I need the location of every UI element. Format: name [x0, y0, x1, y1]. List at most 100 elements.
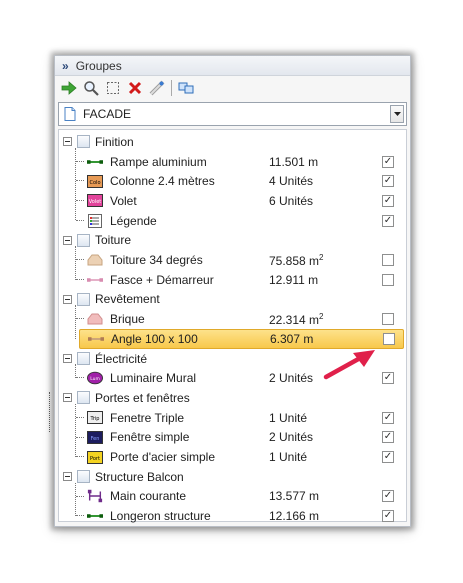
measure-tool-icon[interactable] [148, 79, 166, 97]
document-icon [64, 107, 76, 121]
tree-item-row[interactable]: Toiture 34 degrés 75.858 m2 [59, 250, 406, 270]
collapse-expander-icon[interactable] [63, 235, 72, 245]
tree-item-row[interactable]: Colo Colonne 2.4 mètres 4 Unités [59, 171, 406, 191]
group-label: Finition [95, 134, 134, 149]
collapse-expander-icon[interactable] [63, 137, 72, 147]
colonne-icon: Colo [87, 174, 103, 188]
green-line-icon [87, 509, 103, 523]
item-label: Colonne 2.4 mètres [110, 174, 215, 189]
svg-text:Port: Port [90, 456, 100, 462]
tree-connector [76, 515, 84, 517]
visibility-checkbox[interactable] [382, 451, 394, 464]
group-label: Portes et fenêtres [95, 390, 190, 405]
tree-connector [76, 318, 84, 320]
item-value: 12.166 m [269, 509, 320, 524]
visibility-checkbox[interactable] [383, 332, 395, 345]
tree-group-row[interactable]: Finition [59, 132, 406, 152]
tree-connector [76, 219, 84, 221]
delete-x-icon[interactable] [126, 79, 144, 97]
tree-connector [76, 495, 84, 497]
panel-titlebar: » Groupes [55, 56, 410, 76]
visibility-checkbox[interactable] [382, 214, 394, 227]
toolbar-separator [171, 80, 172, 96]
dropdown-arrow-icon[interactable] [390, 105, 404, 123]
groups-tree: Finition Rampe aluminium 11.501 m Colo Colon… [58, 129, 407, 523]
tree-connector [76, 436, 84, 438]
visibility-checkbox[interactable] [382, 194, 394, 207]
porte-icon: Port [87, 450, 103, 464]
roof-area-icon [87, 253, 103, 267]
collapse-expander-icon[interactable] [63, 393, 72, 403]
visibility-checkbox[interactable] [382, 411, 394, 424]
pink-line-icon [87, 273, 103, 287]
groups-panel: » Groupes FACADE Finition Rampe aluminium… [54, 55, 411, 527]
item-value: 75.858 m2 [269, 252, 324, 268]
tree-connector [76, 456, 84, 458]
item-value: 2 Unités [269, 371, 314, 386]
collapse-expander-icon[interactable] [63, 294, 72, 304]
item-label: Luminaire Mural [110, 371, 197, 386]
tree-item-row[interactable]: Brique 22.314 m2 [59, 309, 406, 329]
group-checkbox[interactable] [77, 292, 90, 306]
item-value: 6.307 m [270, 331, 314, 346]
svg-text:Lum: Lum [90, 376, 100, 382]
item-value: 4 Unités [269, 174, 314, 189]
visibility-checkbox[interactable] [382, 372, 394, 385]
group-label: Structure Balcon [95, 469, 184, 484]
item-value: 11.501 m [269, 154, 319, 169]
toolbar [55, 76, 410, 100]
item-label: Brique [110, 312, 145, 327]
collapse-expander-icon[interactable] [63, 354, 72, 364]
item-value: 13.577 m [269, 489, 320, 504]
visibility-checkbox[interactable] [382, 273, 394, 286]
item-label: Fenetre Triple [110, 410, 185, 425]
visibility-checkbox[interactable] [382, 175, 394, 188]
item-label: Fasce + Démarreur [110, 272, 214, 287]
annotation-arrow-icon [323, 350, 375, 380]
panel-title: Groupes [75, 58, 122, 73]
item-value: 22.314 m2 [269, 311, 324, 327]
visibility-checkbox[interactable] [382, 155, 394, 168]
item-label: Toiture 34 degrés [110, 253, 203, 268]
triple-icon: Trip [87, 411, 103, 425]
visibility-checkbox[interactable] [382, 510, 394, 523]
item-label: Rampe aluminium [110, 154, 207, 169]
tree-item-row[interactable]: Port Porte d'acier simple 1 Unité [59, 447, 406, 467]
svg-text:Trip: Trip [90, 416, 100, 422]
tree-group-row[interactable]: Revêtement [59, 290, 406, 310]
visibility-checkbox[interactable] [382, 431, 394, 444]
tree-item-row[interactable]: Volet Volet 6 Unités [59, 191, 406, 211]
tree-connector [76, 278, 84, 280]
group-checkbox[interactable] [77, 470, 90, 484]
item-label: Légende [110, 213, 157, 228]
tree-group-row[interactable]: Structure Balcon [59, 467, 406, 487]
tree-item-row[interactable]: Longeron structure 12.166 m [59, 506, 406, 526]
group-label: Toiture [95, 233, 132, 248]
green-arrow-icon[interactable] [60, 79, 78, 97]
visibility-checkbox[interactable] [382, 254, 394, 267]
group-checkbox[interactable] [77, 391, 90, 405]
group-selector-dropdown[interactable]: FACADE [58, 102, 407, 126]
group-checkbox[interactable] [77, 233, 90, 247]
tree-item-row[interactable]: Main courante 13.577 m [59, 487, 406, 507]
tree-item-row[interactable]: Fen Fenêtre simple 2 Unités [59, 428, 406, 448]
group-checkbox[interactable] [77, 135, 90, 149]
tree-connector [76, 180, 84, 182]
group-checkbox[interactable] [77, 352, 90, 366]
collapse-expander-icon[interactable] [63, 472, 72, 482]
visibility-checkbox[interactable] [382, 313, 394, 326]
select-rect-icon[interactable] [104, 79, 122, 97]
tree-item-row[interactable]: Légende [59, 211, 406, 231]
group-label: Électricité [95, 351, 148, 366]
tree-item-row[interactable]: Rampe aluminium 11.501 m [59, 152, 406, 172]
visibility-checkbox[interactable] [382, 490, 394, 503]
tree-item-row[interactable]: Trip Fenetre Triple 1 Unité [59, 408, 406, 428]
magnifier-icon[interactable] [82, 79, 100, 97]
collapse-chevron-icon[interactable]: » [62, 59, 69, 73]
tree-item-row[interactable]: Fasce + Démarreur 12.911 m [59, 270, 406, 290]
tree-group-row[interactable]: Portes et fenêtres [59, 388, 406, 408]
legend-icon [87, 213, 103, 228]
screens-icon[interactable] [177, 79, 195, 97]
splitter-grip[interactable] [49, 392, 52, 432]
tree-group-row[interactable]: Toiture [59, 231, 406, 251]
